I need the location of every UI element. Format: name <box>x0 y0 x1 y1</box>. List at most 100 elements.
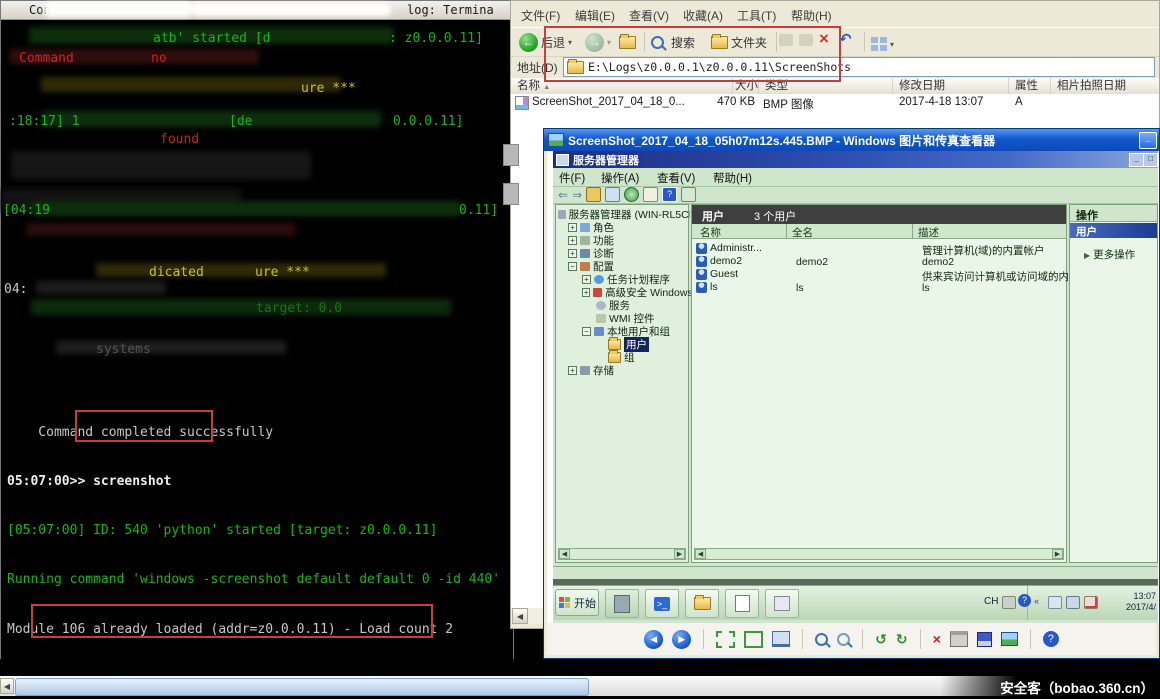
services-icon <box>596 301 606 310</box>
redacted-block <box>96 263 386 277</box>
users-hscrollbar[interactable]: ◀▶ <box>694 548 1064 560</box>
edit-image-icon[interactable] <box>1001 632 1018 646</box>
tray-language[interactable]: CH <box>984 596 998 607</box>
menu-view[interactable]: 查看(V) <box>623 5 675 26</box>
save-icon[interactable] <box>977 632 992 647</box>
file-name[interactable]: ScreenShot_2017_04_18_0... <box>532 96 685 108</box>
terminal-title-right: log: Termina <box>407 3 494 17</box>
server-manager-menubar: 件(F) 操作(A) 查看(V) 帮助(H) <box>553 168 1158 187</box>
col-fullname[interactable]: 全名 <box>792 225 813 240</box>
toolbar-separator <box>1030 629 1031 649</box>
page-scroll-left-icon[interactable]: ◀ <box>0 678 14 694</box>
redaction-blob <box>43 2 193 17</box>
minimize-button[interactable]: _ <box>1139 132 1157 149</box>
actual-size-icon[interactable] <box>744 631 763 648</box>
viewer-titlebar[interactable]: ScreenShot_2017_04_18_05h07m12s.445.BMP … <box>544 129 1159 151</box>
taskbar-powershell-button[interactable]: >_ <box>645 589 679 618</box>
bmp-file-icon <box>515 96 529 110</box>
column-photo-date[interactable]: 相片拍照日期 <box>1051 78 1160 94</box>
volume-muted-icon[interactable] <box>1084 596 1098 609</box>
toolbar-separator <box>864 32 865 52</box>
window-resize-handle[interactable] <box>503 144 519 166</box>
tree-item-storage[interactable]: +存储 <box>568 364 700 377</box>
taskbar-doc-button[interactable] <box>765 589 799 618</box>
network-icon[interactable] <box>1066 596 1080 609</box>
start-label: 开始 <box>574 595 596 611</box>
menu-edit[interactable]: 编辑(E) <box>569 5 621 26</box>
tree-item-diagnostics[interactable]: +诊断 <box>568 247 700 260</box>
tree-item-features[interactable]: +功能 <box>568 234 700 247</box>
explorer-menubar: 文件(F) 编辑(E) 查看(V) 收藏(A) 工具(T) 帮助(H) <box>511 5 1159 27</box>
user-icon <box>696 269 707 280</box>
sm-users-pane: 用户 3 个用户 名称 全名 描述 Administr... 管理计算机(域)的… <box>691 204 1067 563</box>
print-icon[interactable] <box>950 631 968 647</box>
zoom-out-icon[interactable] <box>837 633 850 646</box>
tree-root[interactable]: 服务器管理器 (WIN-RL5CK4Q0FK <box>558 208 690 221</box>
annotation-box-bmp-path <box>31 604 433 638</box>
menu-file[interactable]: 文件(F) <box>515 5 566 26</box>
more-actions[interactable]: ▶ 更多操作 <box>1084 247 1135 262</box>
column-modified[interactable]: 修改日期 <box>893 78 1009 94</box>
file-row[interactable]: ScreenShot_2017_04_18_0... 470 KB BMP 图像… <box>511 94 1159 110</box>
delete-image-icon[interactable]: × <box>933 632 941 646</box>
user-fullname: ls <box>796 282 804 294</box>
menu-favorites[interactable]: 收藏(A) <box>677 5 729 26</box>
terminal-fragment: systems <box>96 342 151 357</box>
redacted-block <box>11 151 311 179</box>
help-icon[interactable]: ? <box>1043 631 1059 647</box>
start-button[interactable]: 开始 <box>555 589 599 616</box>
user-row-demo2[interactable]: demo2 <box>696 255 742 267</box>
redaction-blob <box>191 3 391 16</box>
tree-item-roles[interactable]: +角色 <box>568 221 700 234</box>
taskbar-server-manager-button[interactable] <box>605 589 639 618</box>
page-scroll-thumb[interactable] <box>15 678 589 696</box>
collapse-tray-icon[interactable]: « <box>1034 596 1039 606</box>
menu-help[interactable]: 帮助(H) <box>785 5 838 26</box>
redacted-block <box>41 111 381 127</box>
slideshow-icon[interactable] <box>772 631 790 647</box>
flag-icon[interactable] <box>1048 596 1062 609</box>
inner-taskbar: 开始 >_ CH ? « 13:07 2 <box>553 585 1158 620</box>
next-image-icon[interactable]: ▶ <box>672 630 691 649</box>
screenshot-stage: Con log: Termina atb' started [d : z0.0.… <box>0 0 1160 699</box>
powershell-icon: >_ <box>654 597 670 611</box>
terminal-log-line: Running command 'windows -screenshot def… <box>7 572 513 588</box>
col-description[interactable]: 描述 <box>918 225 939 240</box>
sm-menu-view: 查看(V) <box>657 170 695 186</box>
menu-tools[interactable]: 工具(T) <box>731 5 782 26</box>
file-size: 470 KB <box>711 96 755 108</box>
user-row-guest[interactable]: Guest <box>696 268 738 280</box>
tray-clock[interactable]: 13:07 2017/4/ <box>1106 591 1156 613</box>
col-name[interactable]: 名称 <box>700 225 721 240</box>
terminal-fragment: dicated <box>149 265 204 280</box>
previous-image-icon[interactable]: ◀ <box>644 630 663 649</box>
taskbar-notepad-button[interactable] <box>725 589 759 618</box>
terminal-fragment: [04:19 <box>3 203 50 218</box>
sm-menu-action: 操作(A) <box>601 170 639 186</box>
watermark-text: 安全客（bobao.360.cn） <box>1000 677 1154 697</box>
users-pane-count: 3 个用户 <box>754 208 796 224</box>
scroll-left-icon[interactable]: ◀ <box>512 608 528 624</box>
sm-menu-help: 帮助(H) <box>713 170 752 186</box>
terminal-titlebar[interactable]: Con log: Termina <box>1 1 513 20</box>
toolbar-separator <box>920 629 921 649</box>
redacted-block <box>41 77 341 92</box>
redacted-block <box>56 341 286 354</box>
firewall-icon <box>593 288 602 297</box>
window-resize-handle[interactable] <box>503 183 519 205</box>
tree-hscrollbar[interactable]: ◀▶ <box>558 548 686 560</box>
rotate-cw-icon[interactable]: ↻ <box>896 632 908 646</box>
zoom-in-icon[interactable] <box>815 633 828 646</box>
keyboard-icon[interactable] <box>1002 596 1016 609</box>
clock-date: 2017/4/ <box>1126 602 1156 612</box>
user-row-administrator[interactable]: Administr... <box>696 242 762 254</box>
taskbar-folder-button[interactable] <box>685 589 719 618</box>
actions-users-bar[interactable]: 用户 <box>1070 223 1157 238</box>
help-tray-icon[interactable]: ? <box>1018 594 1031 607</box>
rotate-ccw-icon[interactable]: ↺ <box>875 632 887 646</box>
sm-maximize-button: □ <box>1143 153 1158 167</box>
views-button[interactable]: ▾ <box>867 32 898 56</box>
column-attr[interactable]: 属性 <box>1009 78 1051 94</box>
user-row-ls[interactable]: ls <box>696 281 718 293</box>
best-fit-icon[interactable] <box>716 631 735 648</box>
